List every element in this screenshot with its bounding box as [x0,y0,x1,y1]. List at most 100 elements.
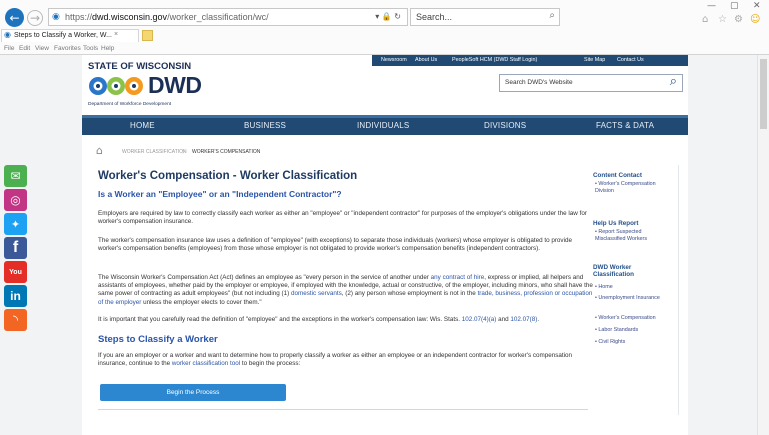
paragraph-3-text-a: The Wisconsin Worker's Compensation Act … [98,274,431,281]
search-icon[interactable]: ⌕ [549,10,555,21]
menu-tools[interactable]: Tools [83,45,98,52]
home-icon[interactable]: ⌂ [96,144,103,157]
link-contract-of-hire[interactable]: any contract of hire [431,274,485,281]
link-about-us[interactable]: About Us [415,57,437,63]
steps-heading: Steps to Classify a Worker [98,334,218,345]
menu-file[interactable]: File [4,45,14,52]
link-peoplesoft[interactable]: PeopleSoft HCM (DWD Staff Login) [452,57,537,63]
back-button[interactable]: ← [5,8,24,27]
close-button[interactable]: ✕ [753,1,761,11]
link-statute-102-07-8[interactable]: 102.07(8) [510,316,537,323]
breadcrumb: ⌂ WORKER CLASSIFICATION › WORKER'S COMPE… [96,144,396,159]
home-icon[interactable]: ⌂ [702,14,708,25]
browser-chrome: ← → ◉ https://dwd.wisconsin.gov/worker_c… [0,0,769,55]
linkedin-icon[interactable]: in [4,285,27,307]
tab-title: Steps to Classify a Worker, W... [14,32,112,39]
menu-favorites[interactable]: Favorites [54,45,81,52]
address-bar-icons[interactable]: ▾ 🔒 ↻ [375,9,401,25]
paragraph-5-text-a: If you are an employer or a worker and w… [98,352,573,368]
instagram-icon[interactable]: ◎ [4,189,27,211]
tab-favicon-icon: ◉ [4,30,11,39]
nav-home[interactable]: HOME [130,121,155,130]
browser-search-box[interactable]: Search... ⌕ [410,8,560,26]
forward-button[interactable]: → [27,10,43,26]
paragraph-5: If you are an employer or a worker and w… [98,352,594,369]
link-classification-tool[interactable]: worker classification tool [172,360,240,367]
paragraph-5-text-b: to begin the process: [240,360,301,368]
tab-close-icon[interactable]: × [114,31,118,38]
nav-individuals[interactable]: INDIVIDUALS [357,121,409,130]
sidebar-dwd-link-labor[interactable]: Labor Standards [598,327,638,333]
dwd-logo[interactable]: DWD [88,72,218,100]
email-icon[interactable]: ✉ [4,165,27,187]
star-icon[interactable]: ☆ [718,14,727,25]
nav-business[interactable]: BUSINESS [244,121,286,130]
url-prefix: https:// [65,12,93,22]
nav-divisions[interactable]: DIVISIONS [484,121,526,130]
link-newsroom[interactable]: Newsroom [381,57,407,63]
section-divider [98,409,588,410]
menu-edit[interactable]: Edit [19,45,30,52]
sidebar-contact-link[interactable]: Worker's Compensation Division [595,181,656,194]
minimize-button[interactable]: — [707,1,716,11]
sidebar-dwd-item-civil[interactable]: • Civil Rights [595,339,671,346]
sidebar-dwd-title: DWD Worker Classification [593,264,634,279]
site-search-box[interactable]: Search DWD's Website ⌕ [499,74,683,92]
breadcrumb-separator: › [182,146,185,156]
paragraph-3-text-c: , (2) any person whose employment is not… [341,290,478,298]
sidebar-dwd-link-home[interactable]: Home [598,284,612,290]
browser-tab[interactable]: ◉ Steps to Classify a Worker, W... × [1,29,139,42]
sidebar-dwd-link-ui[interactable]: Unemployment Insurance [598,295,659,301]
paragraph-4-text-b: and [496,316,511,323]
paragraph-4-text-c: . [537,316,540,323]
link-contact-us[interactable]: Contact Us [617,57,644,63]
sidebar-help-link[interactable]: Report Suspected Misclassified Workers [595,229,647,242]
begin-process-label: Begin the Process [166,389,220,396]
menu-view[interactable]: View [35,45,49,52]
gear-icon[interactable]: ⚙ [734,14,743,25]
twitter-icon[interactable]: ✦ [4,213,27,235]
page-title: Worker's Compensation - Worker Classific… [98,170,358,182]
globe-icon: ◉ [52,12,60,22]
breadcrumb-worker-classification[interactable]: WORKER CLASSIFICATION [122,149,187,155]
sidebar-help-title: Help Us Report [593,220,639,227]
paragraph-4: It is important that you carefully read … [98,316,594,325]
sidebar-dwd-item-labor[interactable]: • Labor Standards [595,327,671,334]
sidebar-dwd-item-wc[interactable]: • Worker's Compensation [595,315,671,322]
paragraph-4-text-a: It is important that you carefully read … [98,316,462,323]
maximize-button[interactable]: ▢ [730,1,739,11]
url-domain: dwd.wisconsin.gov [92,12,168,22]
section-question: Is a Worker an "Employee" or an "Indepen… [98,189,342,199]
sidebar-dwd-item-home[interactable]: • Home [595,284,671,291]
breadcrumb-current: WORKER'S COMPENSATION [192,149,261,155]
sidebar-dwd-item-ui[interactable]: • Unemployment Insurance [595,295,671,302]
sidebar-divider [678,165,679,415]
link-domestic-servants[interactable]: domestic servants [291,290,342,297]
menu-bar: File Edit View Favorites Tools Help [4,44,204,54]
new-tab-button[interactable] [142,30,153,41]
search-icon[interactable]: ⌕ [670,74,677,89]
sidebar-dwd-link-civil[interactable]: Civil Rights [598,339,625,345]
address-bar[interactable]: ◉ https://dwd.wisconsin.gov/worker_class… [48,8,408,26]
state-label: STATE OF WISCONSIN [88,61,192,72]
facebook-icon[interactable]: f [4,237,27,259]
link-site-map[interactable]: Site Map [584,57,605,63]
smiley-icon[interactable]: ☺ [750,14,760,25]
window-controls: — ▢ ✕ [705,0,769,12]
logo-text: DWD [148,72,202,98]
begin-process-button[interactable]: Begin the Process [100,384,286,401]
nav-facts-data[interactable]: FACTS & DATA [596,121,654,130]
link-statute-102-07-4a[interactable]: 102.07(4)(a) [462,316,497,323]
menu-help[interactable]: Help [101,45,114,52]
sidebar-dwd-link-wc[interactable]: Worker's Compensation [598,315,655,321]
scrollbar-thumb[interactable] [760,59,767,129]
sidebar-contact-item[interactable]: • Worker's Compensation Division [595,181,671,195]
page-scrollbar[interactable] [757,55,769,435]
youtube-icon[interactable]: You [4,261,27,283]
url-path: /worker_classification/wc/ [167,12,269,22]
rss-icon[interactable]: ◝ [4,309,27,331]
department-name: Department of Workforce Development [88,102,172,107]
social-share-bar: ✉ ◎ ✦ f You in ◝ [0,165,30,335]
utility-links-bar: Newsroom About Us PeopleSoft HCM (DWD St… [372,55,688,66]
sidebar-help-item[interactable]: • Report Suspected Misclassified Workers [595,229,671,243]
